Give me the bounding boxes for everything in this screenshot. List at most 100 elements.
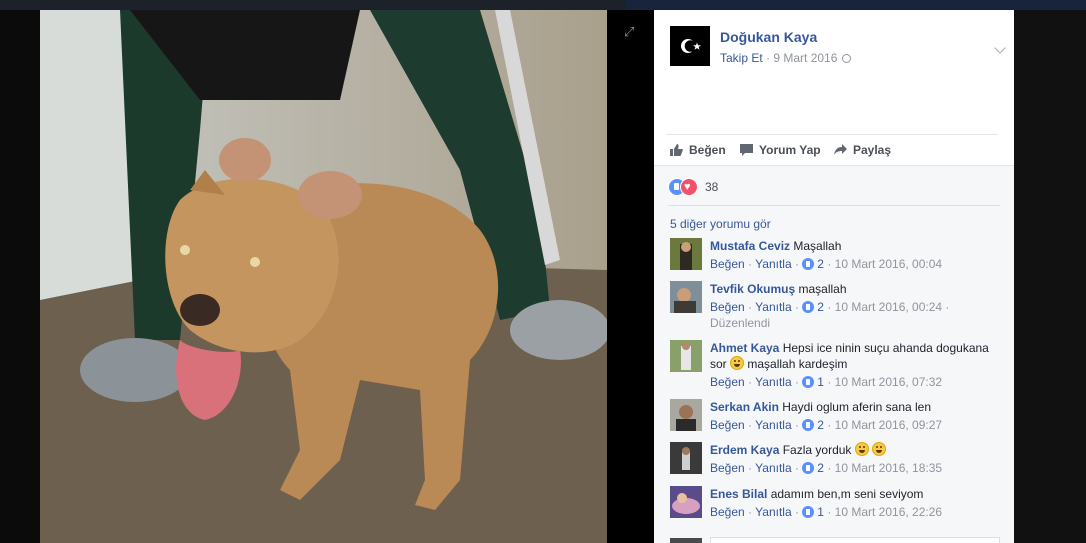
share-icon bbox=[834, 144, 847, 156]
comment-text: Fazla yorduk bbox=[782, 443, 852, 457]
comment-timestamp[interactable]: 10 Mart 2016, 09:27 bbox=[835, 418, 942, 432]
post-date[interactable]: 9 Mart 2016 bbox=[773, 51, 837, 65]
comment-author[interactable]: Tevfik Okumuş bbox=[710, 282, 795, 296]
avatar[interactable] bbox=[670, 442, 702, 474]
comment-timestamp[interactable]: 10 Mart 2016, 00:04 bbox=[835, 257, 942, 271]
comment-meta: Beğen · Yanıtla · 1 · 10 Mart 2016, 07:3… bbox=[710, 374, 1000, 390]
comment-author[interactable]: Serkan Akin bbox=[710, 400, 779, 414]
post-meta: Takip Et · 9 Mart 2016 bbox=[720, 51, 852, 65]
thumbs-up-icon bbox=[670, 144, 683, 156]
meta-separator: · bbox=[744, 300, 756, 314]
comment-meta: Beğen · Yanıtla · 2 · 10 Mart 2016, 00:2… bbox=[710, 299, 1000, 331]
like-count-icon bbox=[802, 258, 815, 270]
facebook-header-strip bbox=[626, 0, 1086, 10]
like-count-icon bbox=[802, 376, 815, 388]
meta-separator: · bbox=[823, 375, 835, 389]
post-details-panel: Doğukan Kaya Takip Et · 9 Mart 2016 Beğe… bbox=[654, 10, 1014, 543]
comment-like-count[interactable]: 2 bbox=[817, 418, 824, 432]
meta-separator: · bbox=[744, 257, 756, 271]
meta-separator: · bbox=[744, 418, 756, 432]
comment-edited-label[interactable]: Düzenlendi bbox=[710, 316, 770, 330]
meta-separator: · bbox=[823, 461, 835, 475]
comment-author[interactable]: Erdem Kaya bbox=[710, 443, 779, 457]
comment-button[interactable]: Yorum Yap bbox=[740, 143, 821, 157]
share-button[interactable]: Paylaş bbox=[834, 143, 891, 157]
comment-author[interactable]: Ahmet Kaya bbox=[710, 341, 779, 355]
post-photo[interactable] bbox=[40, 10, 607, 543]
comment-meta: Beğen · Yanıtla · 2 · 10 Mart 2016, 00:0… bbox=[710, 256, 1000, 272]
globe-icon bbox=[842, 54, 852, 63]
meta-separator: · bbox=[823, 418, 835, 432]
meta-separator: · bbox=[744, 461, 756, 475]
avatar[interactable] bbox=[670, 340, 702, 372]
avatar[interactable] bbox=[670, 238, 702, 270]
post-header: Doğukan Kaya Takip Et · 9 Mart 2016 bbox=[670, 26, 1006, 86]
comment-like-link[interactable]: Beğen bbox=[710, 300, 745, 314]
comment-author[interactable]: Mustafa Ceviz bbox=[710, 239, 790, 253]
like-count-icon bbox=[802, 462, 815, 474]
page-name[interactable]: Doğukan Kaya bbox=[720, 29, 817, 45]
like-button[interactable]: Beğen bbox=[670, 143, 726, 157]
comment-meta: Beğen · Yanıtla · 2 · 10 Mart 2016, 18:3… bbox=[710, 460, 1000, 476]
comment-like-link[interactable]: Beğen bbox=[710, 257, 745, 271]
like-count-icon bbox=[802, 506, 815, 518]
comment-author[interactable]: Enes Bilal bbox=[710, 487, 767, 501]
comment-like-link[interactable]: Beğen bbox=[710, 505, 745, 519]
comment-reply-link[interactable]: Yanıtla bbox=[755, 418, 791, 432]
reaction-count: 38 bbox=[705, 180, 719, 194]
love-reaction-icon bbox=[680, 178, 698, 196]
meta-separator: · bbox=[791, 461, 803, 475]
share-button-label: Paylaş bbox=[853, 143, 892, 157]
comment-like-count[interactable]: 2 bbox=[817, 461, 824, 475]
expand-icon[interactable]: ⤢ bbox=[624, 24, 634, 40]
avatar[interactable] bbox=[670, 399, 702, 431]
avatar[interactable] bbox=[670, 281, 702, 313]
comment-input[interactable] bbox=[710, 537, 1000, 543]
comment-like-link[interactable]: Beğen bbox=[710, 375, 745, 389]
laughing-emoji-icon bbox=[872, 442, 887, 456]
meta-separator: · bbox=[823, 300, 835, 314]
laughing-emoji-icon bbox=[854, 442, 869, 456]
comment-reply-link[interactable]: Yanıtla bbox=[755, 257, 791, 271]
meta-separator: · bbox=[823, 257, 835, 271]
comment-meta: Beğen · Yanıtla · 2 · 10 Mart 2016, 09:2… bbox=[710, 417, 1000, 433]
comment-reply-link[interactable]: Yanıtla bbox=[755, 505, 791, 519]
top-bar bbox=[0, 0, 1086, 10]
lightbox-backdrop-left bbox=[0, 10, 40, 543]
crescent-star-icon[interactable] bbox=[670, 26, 710, 66]
comment-like-count[interactable]: 1 bbox=[817, 375, 824, 389]
meta-separator: · bbox=[823, 505, 835, 519]
comment-icon bbox=[740, 144, 753, 156]
comment-like-count[interactable]: 1 bbox=[817, 505, 824, 519]
comment-reply-link[interactable]: Yanıtla bbox=[755, 300, 791, 314]
follow-link[interactable]: Takip Et bbox=[720, 51, 763, 65]
comment-like-link[interactable]: Beğen bbox=[710, 418, 745, 432]
dog-photo-illustration bbox=[40, 10, 607, 543]
meta-separator: · bbox=[744, 375, 756, 389]
lightbox-backdrop-right bbox=[1014, 10, 1086, 543]
meta-separator: · bbox=[744, 505, 756, 519]
post-actions: Beğen Yorum Yap Paylaş bbox=[666, 134, 998, 165]
meta-separator: · bbox=[791, 505, 803, 519]
avatar[interactable] bbox=[670, 486, 702, 518]
view-more-comments-link[interactable]: 5 diğer yorumu gör bbox=[670, 217, 771, 231]
comment-reply-link[interactable]: Yanıtla bbox=[755, 375, 791, 389]
comment-timestamp[interactable]: 10 Mart 2016, 18:35 bbox=[835, 461, 942, 475]
chevron-down-icon[interactable] bbox=[994, 42, 1006, 54]
comment-text: maşallah bbox=[798, 282, 847, 296]
comment-like-count[interactable]: 2 bbox=[817, 257, 824, 271]
comment-reply-link[interactable]: Yanıtla bbox=[755, 461, 791, 475]
like-count-icon bbox=[802, 301, 815, 313]
current-user-avatar bbox=[670, 538, 702, 543]
comment-like-link[interactable]: Beğen bbox=[710, 461, 745, 475]
feedback-section: 38 5 diğer yorumu gör Mustafa Ceviz Maşa… bbox=[654, 165, 1014, 543]
comment-text: adamım ben,m seni seviyom bbox=[770, 487, 924, 501]
meta-separator: · bbox=[791, 257, 803, 271]
comment-like-count[interactable]: 2 bbox=[817, 300, 824, 314]
like-count-icon bbox=[802, 419, 815, 431]
comment-timestamp[interactable]: 10 Mart 2016, 00:24 bbox=[835, 300, 942, 314]
meta-separator: · bbox=[942, 300, 950, 314]
comment-timestamp[interactable]: 10 Mart 2016, 07:32 bbox=[835, 375, 942, 389]
comment-text: Haydi oglum aferin sana len bbox=[782, 400, 932, 414]
comment-timestamp[interactable]: 10 Mart 2016, 22:26 bbox=[835, 505, 942, 519]
